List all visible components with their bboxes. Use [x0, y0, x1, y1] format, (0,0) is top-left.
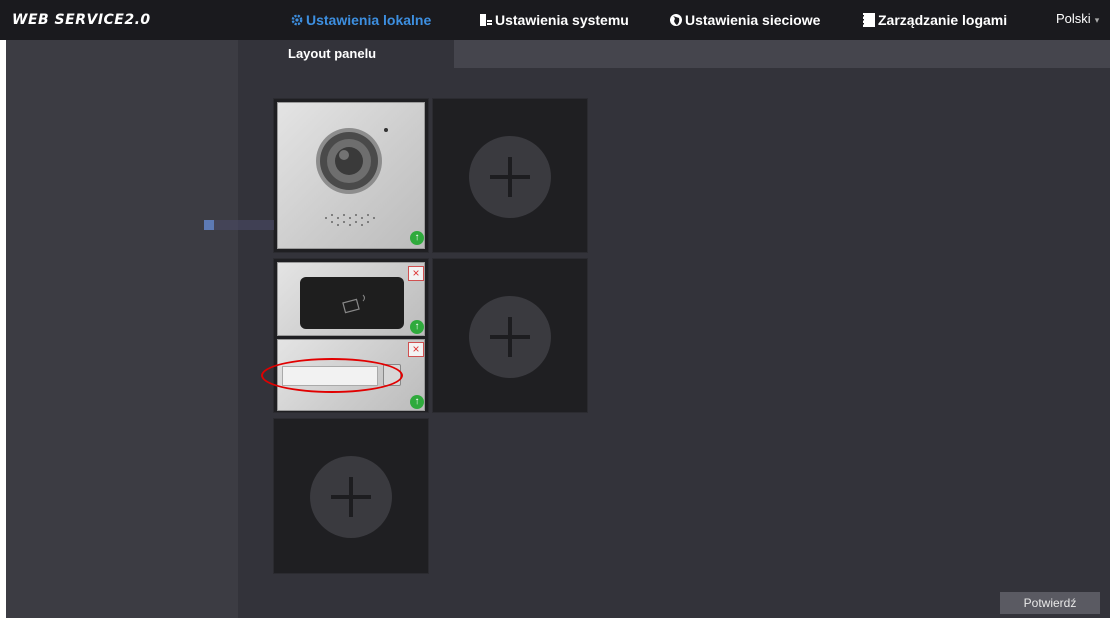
card-icon	[342, 294, 365, 314]
system-icon	[480, 14, 492, 26]
drag-ghost-handle	[204, 220, 214, 230]
add-module-icon[interactable]	[469, 296, 551, 378]
panel-slot-5	[273, 418, 429, 574]
camera-module[interactable]: ↑	[277, 102, 425, 249]
add-module-icon[interactable]	[310, 456, 392, 538]
card-reader-pad	[300, 277, 404, 329]
tab-log-management-label: Zarządzanie logami	[878, 12, 1008, 28]
delete-icon[interactable]: ×	[408, 342, 424, 357]
language-select[interactable]: Polski ▾	[1056, 11, 1099, 26]
tab-panel-layout[interactable]: Layout panelu	[238, 40, 454, 68]
tab-network-settings-label: Ustawienia sieciowe	[685, 12, 821, 28]
add-module-icon[interactable]	[469, 136, 551, 218]
top-navigation-bar: WEB SERVICE2.0 Ustawienia lokalne Ustawi…	[0, 0, 1110, 40]
tab-system-settings-label: Ustawienia systemu	[495, 12, 629, 28]
app-logo: WEB SERVICE2.0	[12, 12, 151, 28]
tab-local-settings[interactable]: Ustawienia lokalne	[290, 10, 431, 30]
delete-icon[interactable]: ×	[408, 266, 424, 281]
chevron-down-icon: ▾	[1094, 15, 1100, 25]
tab-local-settings-label: Ustawienia lokalne	[306, 12, 432, 28]
drag-ghost	[204, 220, 274, 230]
gear-icon	[291, 14, 303, 26]
panel-slot-1: ↑	[273, 98, 429, 253]
subtab-strip: Layout panelu	[238, 40, 1110, 68]
tab-log-management[interactable]: Zarządzanie logami	[862, 10, 1007, 30]
log-icon	[862, 13, 875, 27]
panel-slot-4	[432, 258, 588, 413]
card-reader-module[interactable]: × ↑	[277, 262, 425, 336]
move-up-icon[interactable]: ↑	[410, 231, 424, 245]
sidebar	[6, 40, 238, 618]
panel-slot-2	[432, 98, 588, 253]
highlight-annotation	[261, 358, 403, 393]
tab-network-settings[interactable]: Ustawienia sieciowe	[669, 10, 820, 30]
tab-system-settings[interactable]: Ustawienia systemu	[479, 10, 629, 30]
move-up-icon[interactable]: ↑	[410, 320, 424, 334]
confirm-button[interactable]: Potwierdź	[1000, 592, 1100, 614]
language-label: Polski	[1056, 11, 1091, 26]
app-window: WEB SERVICE2.0 Ustawienia lokalne Ustawi…	[0, 0, 1110, 618]
camera-lens-icon	[316, 128, 388, 226]
globe-icon	[670, 14, 682, 26]
move-up-icon[interactable]: ↑	[410, 395, 424, 409]
